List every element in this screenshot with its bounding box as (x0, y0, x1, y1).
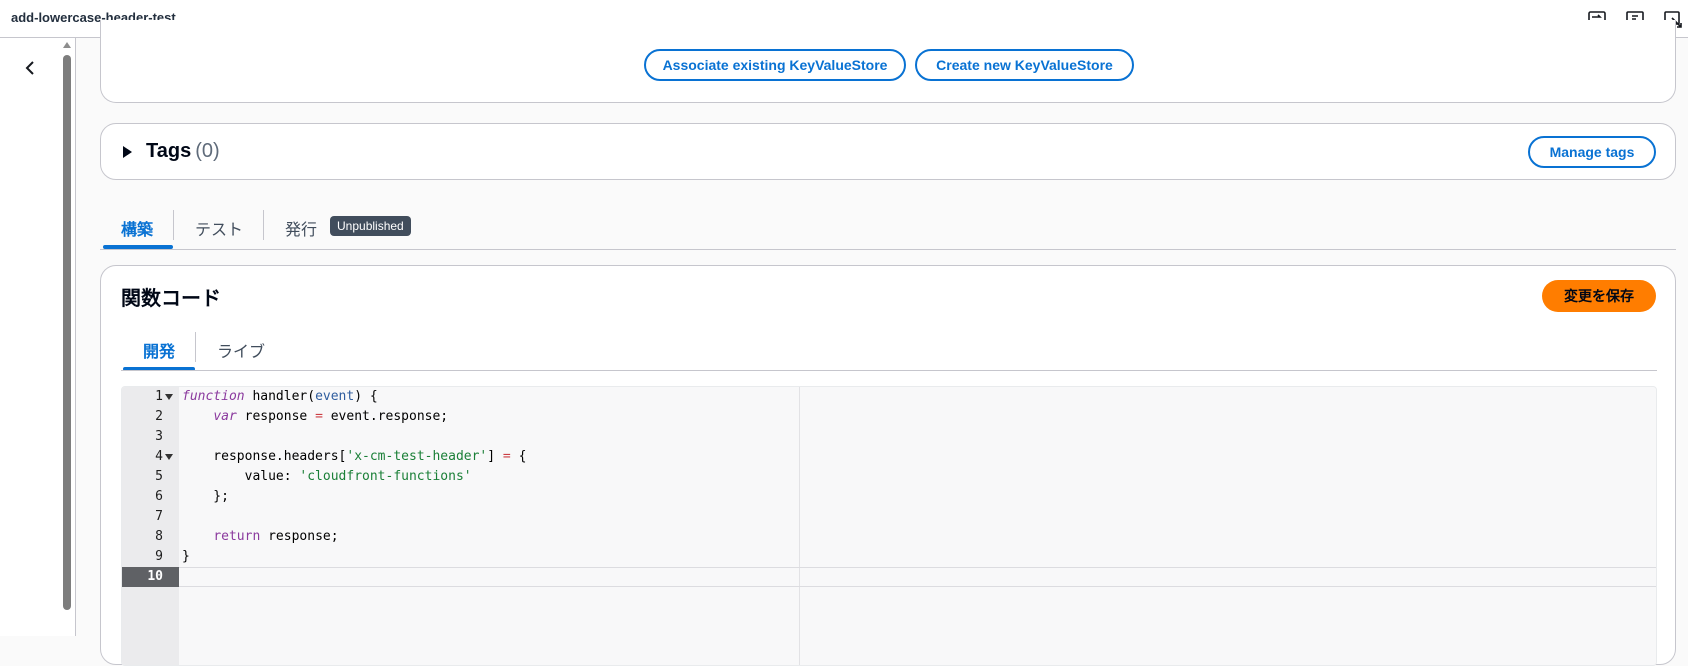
line-number: 6 (155, 489, 163, 504)
tab-divider (173, 210, 174, 240)
line-number: 5 (155, 469, 163, 484)
tab-divider (195, 332, 196, 362)
tab-divider (263, 210, 264, 240)
scrollbar-thumb[interactable] (63, 55, 71, 610)
code-line-active: 10 (122, 567, 1656, 587)
fold-toggle-icon[interactable] (165, 454, 173, 460)
line-number: 7 (155, 509, 163, 524)
code-line: 1 function handler(event) { (122, 387, 1656, 407)
code-line-text: }; (182, 489, 229, 504)
line-number: 4 (155, 449, 163, 464)
code-line-text: return response; (213, 529, 339, 544)
scroll-up-icon[interactable] (63, 42, 71, 48)
tab-test[interactable]: テスト (195, 216, 243, 240)
code-line-text: function handler(event) { (182, 389, 378, 404)
code-line: 4 response.headers['x-cm-test-header'] =… (122, 447, 1656, 467)
code-line: 3 (122, 427, 1656, 447)
vertical-scrollbar[interactable] (61, 42, 73, 612)
caret-right-icon (123, 145, 132, 158)
code-line-text: } (182, 549, 190, 564)
tab-publish[interactable]: 発行 (285, 216, 317, 240)
status-badge: Unpublished (330, 216, 411, 236)
line-number: 2 (155, 409, 163, 424)
line-number: 1 (155, 389, 163, 404)
tags-expander[interactable]: Tags (0) (123, 140, 220, 163)
associate-keyvaluestore-button[interactable]: Associate existing KeyValueStore (644, 49, 906, 81)
tags-count: (0) (195, 140, 220, 162)
code-line: 7 (122, 507, 1656, 527)
tags-title: Tags (146, 140, 192, 162)
code-line-text: value: 'cloudfront-functions' (182, 469, 472, 484)
save-changes-button[interactable]: 変更を保存 (1542, 280, 1656, 312)
code-line: 2 var response = event.response; (122, 407, 1656, 427)
tab-live[interactable]: ライブ (217, 338, 265, 362)
code-line: 9 } (122, 547, 1656, 567)
function-code-title: 関数コード (121, 288, 221, 310)
chevron-left-icon[interactable] (20, 58, 40, 78)
code-line-text: response.headers['x-cm-test-header'] = { (182, 449, 527, 464)
code-line: 6 }; (122, 487, 1656, 507)
line-number: 9 (155, 549, 163, 564)
code-line-text: var response = event.response; (213, 409, 449, 424)
tab-development[interactable]: 開発 (143, 338, 175, 362)
line-number: 3 (155, 429, 163, 444)
keyvaluestore-panel: Associate existing KeyValueStore Create … (100, 20, 1676, 103)
create-keyvaluestore-button[interactable]: Create new KeyValueStore (915, 49, 1134, 81)
manage-tags-button[interactable]: Manage tags (1528, 136, 1656, 168)
line-number: 10 (147, 569, 163, 584)
tags-panel: Tags (0) Manage tags (100, 123, 1676, 180)
code-editor[interactable]: 1 function handler(event) { 2 var respon… (121, 386, 1657, 666)
line-number: 8 (155, 529, 163, 544)
fold-toggle-icon[interactable] (165, 394, 173, 400)
tabs-divider (100, 249, 1676, 250)
code-line: 5 value: 'cloudfront-functions' (122, 467, 1656, 487)
tab-build[interactable]: 構築 (121, 216, 153, 240)
tabs-divider (121, 370, 1657, 371)
function-code-panel: 関数コード 変更を保存 開発 ライブ 1 function handler(ev… (100, 265, 1676, 666)
code-line: 8 return response; (122, 527, 1656, 547)
